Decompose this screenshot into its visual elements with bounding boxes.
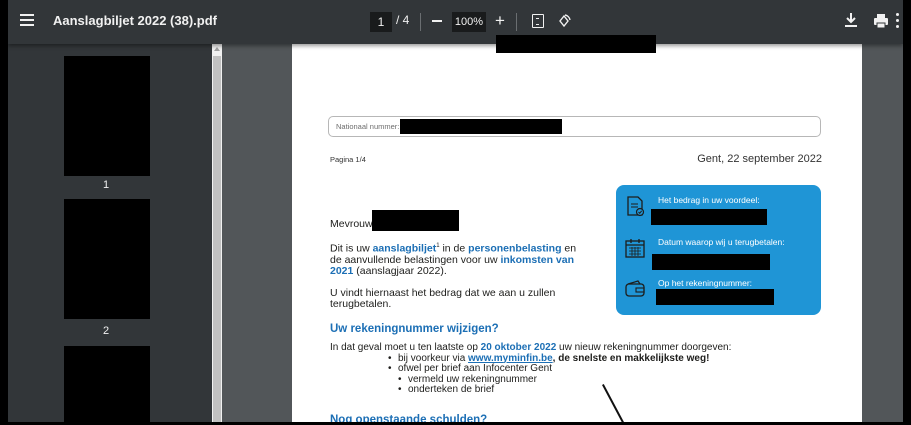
wallet-icon <box>625 280 645 297</box>
redaction-bar <box>400 119 562 134</box>
deadline-date: 20 oktober 2022 <box>480 342 557 353</box>
calendar-icon <box>625 239 645 258</box>
menu-icon[interactable] <box>20 14 34 26</box>
list-item: onderteken de brief <box>398 384 760 396</box>
myminfin-link[interactable]: www.myminfin.be <box>468 353 553 364</box>
nationaal-nummer-field: Nationaal nummer: <box>328 116 821 137</box>
pdf-viewer-window: Aanslagbiljet 2022 (38).pdf 1 / 4 100% +… <box>0 0 911 425</box>
account-number-label: Op het rekeningnummer: <box>658 278 753 288</box>
redaction-bar <box>372 210 459 231</box>
refund-amount-label: Het bedrag in uw voordeel: <box>658 195 760 205</box>
redaction-bar <box>652 254 770 270</box>
zoom-input[interactable]: 100% <box>452 12 486 32</box>
page-thumbnail-3[interactable] <box>64 346 150 422</box>
toolbar-divider <box>420 13 421 31</box>
scroll-up-arrow[interactable] <box>214 47 220 51</box>
download-icon[interactable] <box>844 12 858 28</box>
document-title: Aanslagbiljet 2022 (38).pdf <box>53 13 217 28</box>
page-number-input[interactable]: 1 <box>370 12 392 32</box>
redaction-bar <box>496 35 656 53</box>
zoom-out-icon[interactable] <box>432 20 442 22</box>
pdf-page: Nationaal nummer: Pagina 1/4 Gent, 22 se… <box>292 44 862 425</box>
pdf-toolbar: Aanslagbiljet 2022 (38).pdf 1 / 4 100% + <box>8 0 903 44</box>
page-thumbnail-1[interactable] <box>64 56 150 176</box>
print-icon[interactable] <box>873 13 889 29</box>
sidebar-scrollbar[interactable] <box>212 44 222 422</box>
place-date: Gent, 22 september 2022 <box>697 153 822 165</box>
section-heading-schulden: Nog openstaande schulden? <box>330 414 488 425</box>
change-account-instructions: In dat geval moet u ten laatste op 20 ok… <box>330 342 760 396</box>
page-thumbnail-2[interactable] <box>64 199 150 319</box>
zoom-in-icon[interactable]: + <box>495 11 505 31</box>
thumbnail-label: 2 <box>102 325 110 337</box>
salutation: Mevrouw <box>330 218 373 230</box>
section-heading-rekeningnummer: Uw rekeningnummer wijzigen? <box>330 323 499 335</box>
scrollbar-thumb[interactable] <box>213 56 221 422</box>
rotate-icon[interactable] <box>556 13 572 29</box>
thumbnail-label: 1 <box>102 179 110 191</box>
redaction-bar <box>656 289 774 305</box>
list-item: ofwel per brief aan Infocenter Gent <box>388 363 760 375</box>
thumbnail-sidebar: 1 2 <box>8 44 212 422</box>
intro-paragraph: Dit is uw aanslagbiljet1 in de personenb… <box>330 241 590 277</box>
toolbar-divider <box>516 13 517 31</box>
refund-date-label: Datum waarop wij u terugbetalen: <box>658 237 785 247</box>
nationaal-nummer-label: Nationaal nummer: <box>336 122 400 131</box>
intro-text: (aanslagjaar 2022). <box>353 264 447 277</box>
page-total: / 4 <box>396 13 410 27</box>
fit-page-icon[interactable] <box>532 14 544 28</box>
more-icon[interactable] <box>896 13 900 29</box>
document-check-icon <box>627 196 645 217</box>
refund-info-box: Het bedrag in uw voordeel: Datum waarop … <box>616 185 821 315</box>
redaction-bar <box>651 209 767 225</box>
page-indicator: Pagina 1/4 <box>330 155 366 164</box>
refund-paragraph: U vindt hiernaast het bedrag dat we aan … <box>330 287 556 310</box>
